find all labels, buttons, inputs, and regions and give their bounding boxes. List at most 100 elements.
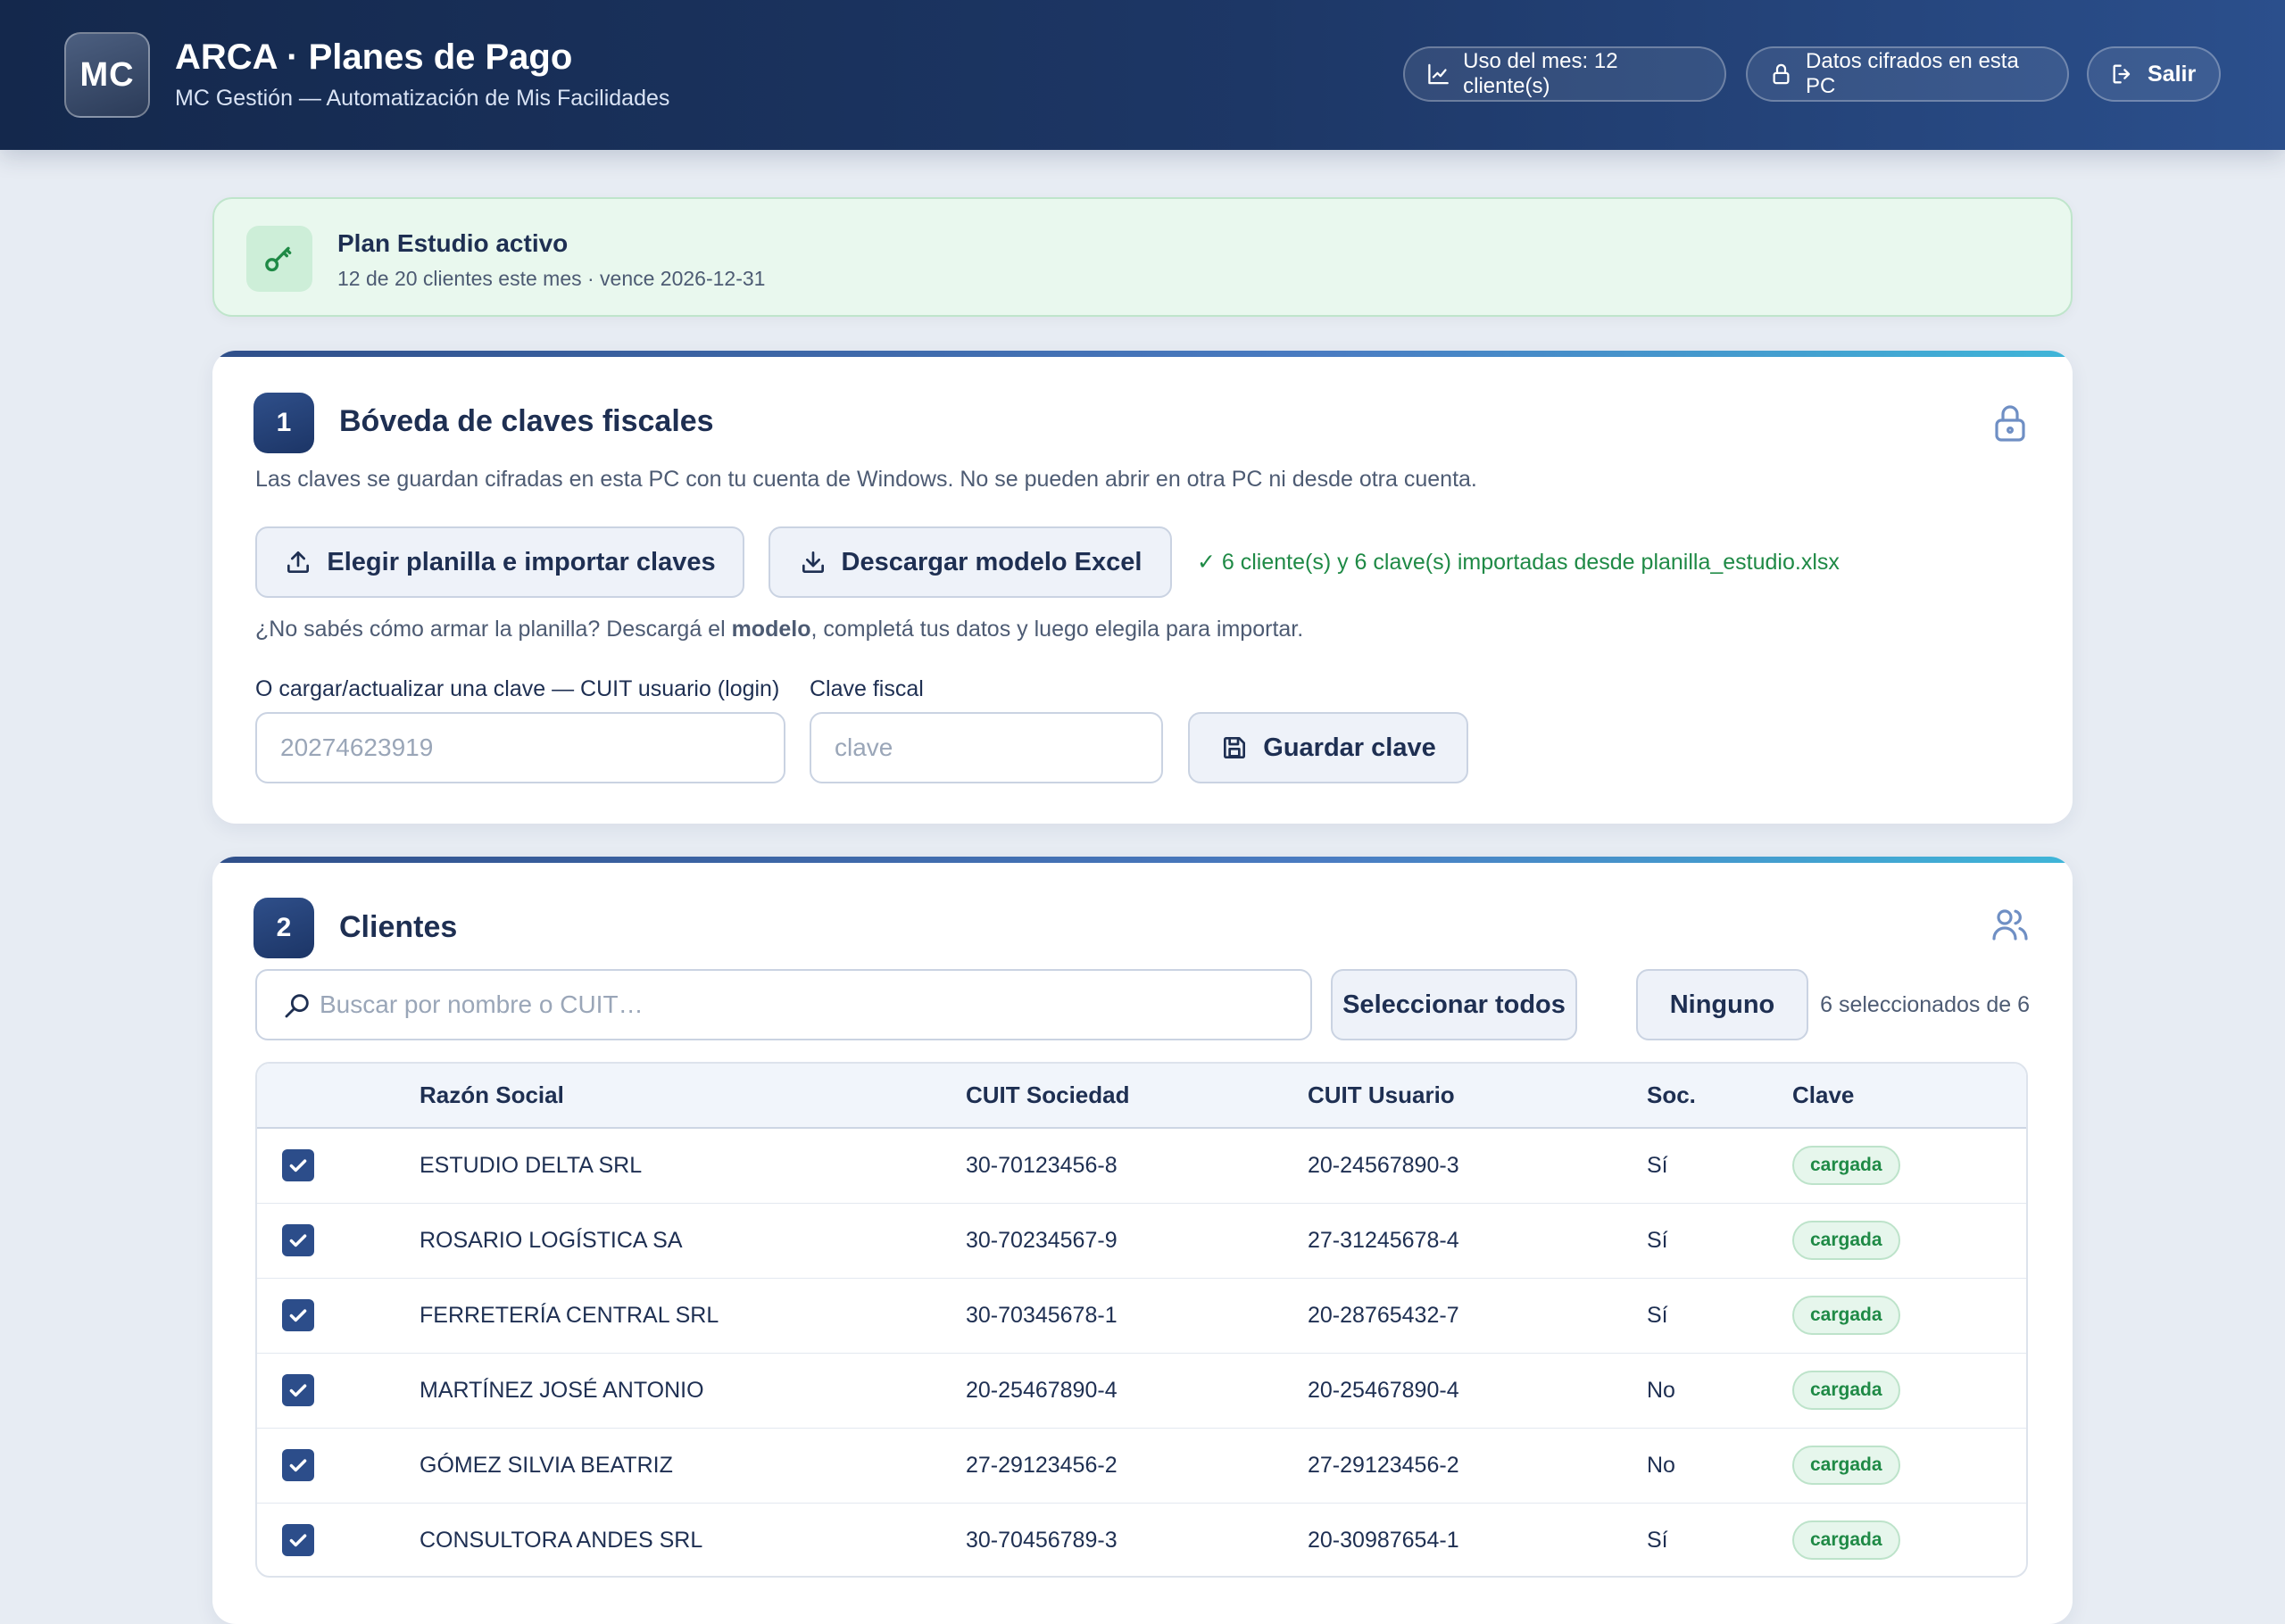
cell-cuit-usuario: 27-31245678-4 bbox=[1308, 1227, 1459, 1253]
key-status-badge: cargada bbox=[1792, 1371, 1900, 1410]
users-icon bbox=[1992, 909, 2028, 940]
cell-soc: No bbox=[1647, 1452, 1675, 1478]
table-row[interactable]: CONSULTORA ANDES SRL 30-70456789-3 20-30… bbox=[257, 1503, 2026, 1576]
clients-title: Clientes bbox=[339, 910, 458, 944]
check-icon bbox=[289, 1309, 307, 1322]
check-icon bbox=[289, 1534, 307, 1547]
plan-detail: 12 de 20 clientes este mes · vence 2026-… bbox=[337, 267, 766, 290]
cell-razon-social: ESTUDIO DELTA SRL bbox=[420, 1152, 643, 1178]
active-plan-banner: Plan Estudio activo 12 de 20 clientes es… bbox=[212, 197, 2073, 317]
chart-line-icon bbox=[1428, 63, 1449, 85]
lock-icon bbox=[1995, 405, 2025, 442]
client-search[interactable] bbox=[255, 969, 1312, 1040]
help-text-model: modelo bbox=[731, 617, 811, 642]
cell-soc: Sí bbox=[1647, 1527, 1668, 1553]
vault-card: 1 Bóveda de claves fiscales Las claves s… bbox=[212, 351, 2073, 824]
column-header-cuit-sociedad: CUIT Sociedad bbox=[966, 1064, 1308, 1129]
cell-soc: No bbox=[1647, 1377, 1675, 1403]
cell-razon-social: ROSARIO LOGÍSTICA SA bbox=[420, 1227, 683, 1253]
import-keys-button[interactable]: Elegir planilla e importar claves bbox=[255, 526, 744, 598]
table-row[interactable]: GÓMEZ SILVIA BEATRIZ 27-29123456-2 27-29… bbox=[257, 1428, 2026, 1503]
logout-icon bbox=[2113, 64, 2131, 84]
exit-button[interactable]: Salir bbox=[2087, 46, 2221, 102]
client-search-input[interactable] bbox=[320, 971, 1301, 1039]
row-checkbox[interactable] bbox=[282, 1524, 314, 1557]
cell-cuit-sociedad: 30-70234567-9 bbox=[966, 1227, 1118, 1253]
cell-razon-social: CONSULTORA ANDES SRL bbox=[420, 1527, 703, 1553]
cell-soc: Sí bbox=[1647, 1302, 1668, 1328]
app-title: ARCA · Planes de Pago bbox=[175, 37, 573, 77]
save-key-label: Guardar clave bbox=[1263, 733, 1436, 762]
column-header-razon-social: Razón Social bbox=[420, 1064, 966, 1129]
vault-description: Las claves se guardan cifradas en esta P… bbox=[255, 467, 1477, 492]
vault-title: Bóveda de claves fiscales bbox=[339, 404, 714, 438]
plan-icon-box bbox=[246, 226, 312, 292]
help-text: ¿No sabés cómo armar la planilla? Descar… bbox=[255, 617, 1303, 642]
table-row[interactable]: FERRETERÍA CENTRAL SRL 30-70345678-1 20-… bbox=[257, 1278, 2026, 1353]
clients-table: Razón Social CUIT Sociedad CUIT Usuario … bbox=[255, 1062, 2028, 1578]
cuit-user-input[interactable] bbox=[255, 712, 785, 783]
download-model-label: Descargar modelo Excel bbox=[841, 547, 1142, 576]
row-checkbox[interactable] bbox=[282, 1299, 314, 1331]
column-header-clave: Clave bbox=[1792, 1064, 2026, 1129]
cell-cuit-usuario: 20-24567890-3 bbox=[1308, 1152, 1459, 1178]
key-status-badge: cargada bbox=[1792, 1446, 1900, 1485]
row-checkbox[interactable] bbox=[282, 1449, 314, 1481]
row-checkbox[interactable] bbox=[282, 1224, 314, 1256]
check-icon bbox=[289, 1234, 307, 1247]
encrypted-data-pill[interactable]: Datos cifrados en esta PC bbox=[1746, 46, 2069, 102]
import-keys-label: Elegir planilla e importar claves bbox=[327, 547, 716, 576]
table-row[interactable]: MARTÍNEZ JOSÉ ANTONIO 20-25467890-4 20-2… bbox=[257, 1353, 2026, 1428]
monthly-usage-pill[interactable]: Uso del mes: 12 cliente(s) bbox=[1403, 46, 1726, 102]
exit-label: Salir bbox=[2148, 61, 2197, 87]
key-icon bbox=[265, 246, 292, 272]
key-status-badge: cargada bbox=[1792, 1221, 1900, 1260]
app-header: MC ARCA · Planes de Pago MC Gestión — Au… bbox=[0, 0, 2285, 150]
app-logo: MC bbox=[64, 32, 150, 118]
column-header-cuit-usuario: CUIT Usuario bbox=[1308, 1064, 1647, 1129]
encrypted-data-label: Datos cifrados en esta PC bbox=[1806, 49, 2019, 98]
upload-icon bbox=[287, 551, 310, 573]
fiscal-key-label: Clave fiscal bbox=[810, 676, 924, 701]
row-checkbox[interactable] bbox=[282, 1374, 314, 1406]
lock-icon bbox=[1773, 63, 1790, 85]
app-subtitle: MC Gestión — Automatización de Mis Facil… bbox=[175, 86, 670, 111]
cell-cuit-usuario: 20-30987654-1 bbox=[1308, 1527, 1459, 1553]
cell-cuit-usuario: 27-29123456-2 bbox=[1308, 1452, 1459, 1478]
check-icon bbox=[289, 1384, 307, 1397]
cell-soc: Sí bbox=[1647, 1152, 1668, 1178]
select-all-button[interactable]: Seleccionar todos bbox=[1331, 969, 1577, 1040]
clients-card: 2 Clientes Seleccionar todos Ninguno 6 s… bbox=[212, 857, 2073, 1624]
cell-razon-social: MARTÍNEZ JOSÉ ANTONIO bbox=[420, 1377, 704, 1403]
table-row[interactable]: ESTUDIO DELTA SRL 30-70123456-8 20-24567… bbox=[257, 1128, 2026, 1203]
check-icon bbox=[289, 1159, 307, 1172]
column-header-soc: Soc. bbox=[1647, 1064, 1792, 1129]
cell-razon-social: GÓMEZ SILVIA BEATRIZ bbox=[420, 1452, 673, 1478]
help-text-start: ¿No sabés cómo armar la planilla? Descar… bbox=[255, 617, 732, 642]
cell-cuit-sociedad: 30-70123456-8 bbox=[966, 1152, 1118, 1178]
check-icon bbox=[289, 1459, 307, 1472]
key-status-badge: cargada bbox=[1792, 1296, 1900, 1335]
select-none-button[interactable]: Ninguno bbox=[1636, 969, 1808, 1040]
cell-razon-social: FERRETERÍA CENTRAL SRL bbox=[420, 1302, 719, 1328]
save-key-button[interactable]: Guardar clave bbox=[1188, 712, 1468, 783]
cell-cuit-usuario: 20-28765432-7 bbox=[1308, 1302, 1459, 1328]
selection-count: 6 seleccionados de 6 bbox=[1820, 992, 2030, 1017]
key-status-badge: cargada bbox=[1792, 1520, 1900, 1561]
help-text-end: , completá tus datos y luego elegila par… bbox=[810, 617, 1304, 642]
row-checkbox[interactable] bbox=[282, 1149, 314, 1182]
step-badge: 1 bbox=[253, 393, 314, 453]
import-status: ✓ 6 cliente(s) y 6 clave(s) importadas d… bbox=[1197, 550, 1840, 575]
download-icon bbox=[802, 551, 824, 573]
checkbox-column-header bbox=[257, 1064, 420, 1129]
fiscal-key-input[interactable] bbox=[810, 712, 1163, 783]
cell-cuit-sociedad: 20-25467890-4 bbox=[966, 1377, 1118, 1403]
monthly-usage-label: Uso del mes: 12 cliente(s) bbox=[1463, 49, 1618, 98]
cell-cuit-sociedad: 27-29123456-2 bbox=[966, 1452, 1118, 1478]
download-model-button[interactable]: Descargar modelo Excel bbox=[769, 526, 1172, 598]
save-icon bbox=[1224, 737, 1246, 758]
table-header-row: Razón Social CUIT Sociedad CUIT Usuario … bbox=[257, 1064, 2026, 1129]
plan-title: Plan Estudio activo bbox=[337, 229, 569, 257]
step-badge: 2 bbox=[253, 898, 314, 958]
table-row[interactable]: ROSARIO LOGÍSTICA SA 30-70234567-9 27-31… bbox=[257, 1203, 2026, 1278]
